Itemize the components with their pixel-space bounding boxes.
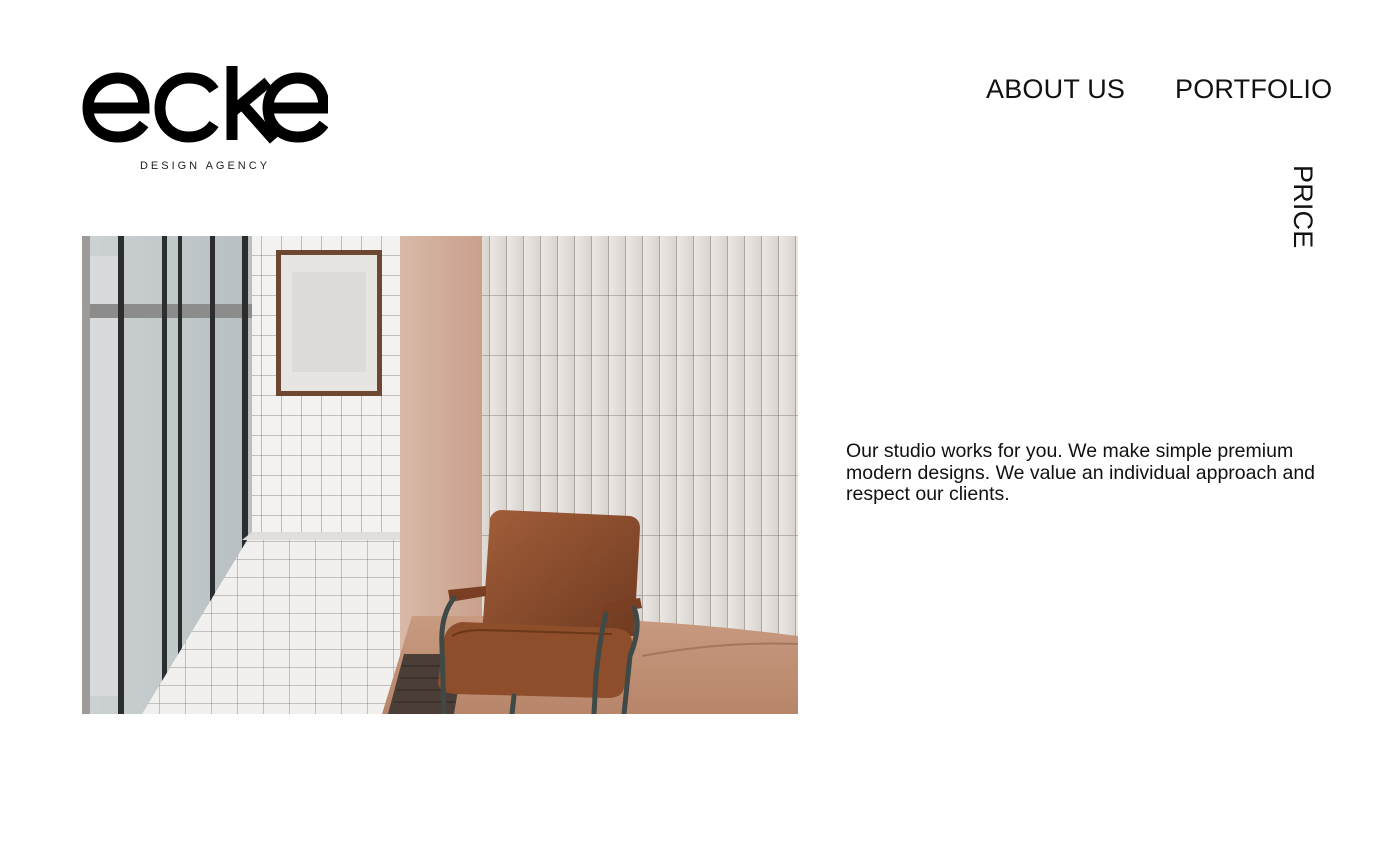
brand-tagline: DESIGN AGENCY	[139, 160, 271, 172]
nav-about-us[interactable]: ABOUT US	[986, 76, 1125, 103]
intro-text: Our studio works for you. We make simple…	[846, 440, 1316, 505]
interior-chair-photo	[82, 236, 798, 714]
nav-price[interactable]: PRICE	[1288, 165, 1318, 249]
brand-logo[interactable]: DESIGN AGENCY	[82, 66, 328, 172]
ecke-logo-mark	[82, 66, 328, 144]
hero-image	[82, 236, 798, 714]
nav-portfolio[interactable]: PORTFOLIO	[1175, 76, 1332, 103]
